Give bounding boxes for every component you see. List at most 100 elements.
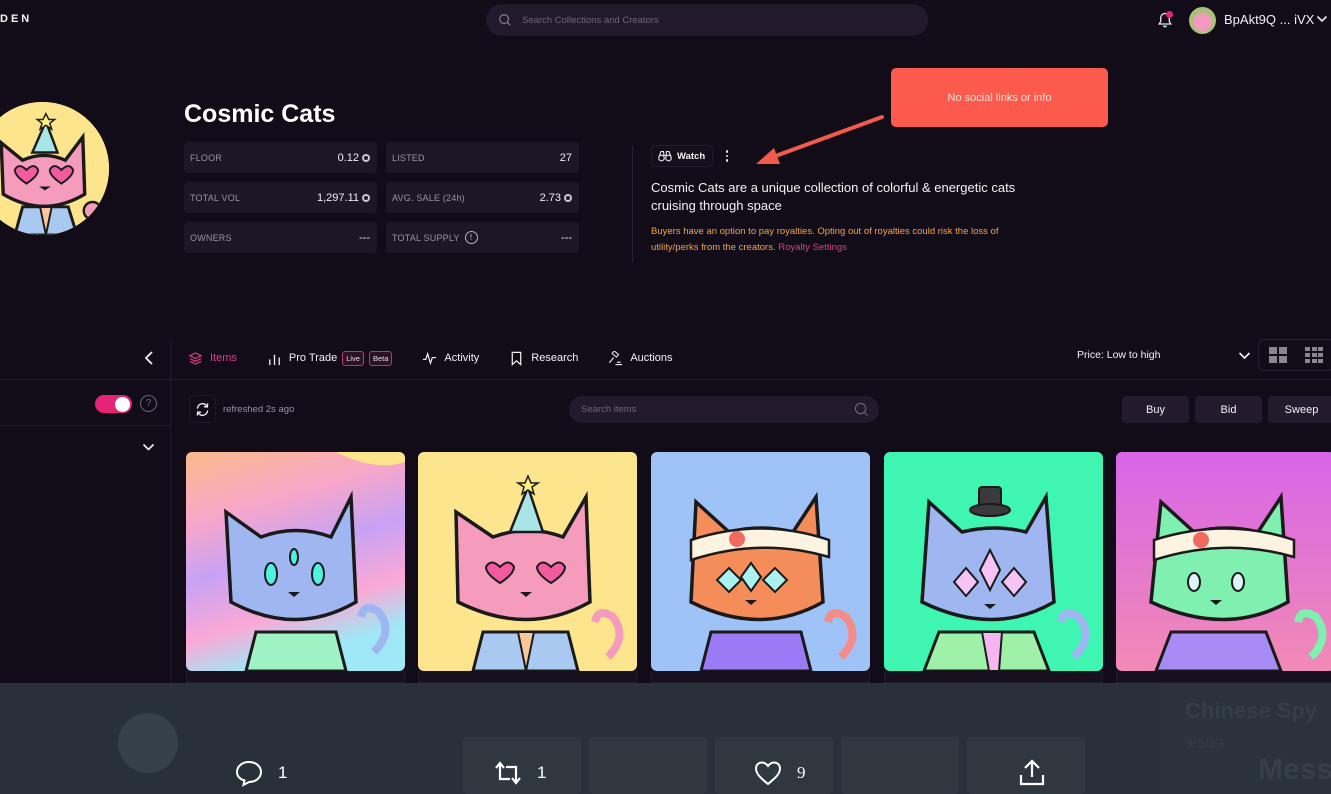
reply-button[interactable]: 1 <box>234 758 287 788</box>
stat-listed: LISTED 27 <box>386 142 579 173</box>
items-search[interactable] <box>569 396 879 423</box>
stat-total-vol: TOTAL VOL 1,297.11 <box>184 182 377 213</box>
user-avatar[interactable] <box>1189 7 1216 34</box>
pink-cat-avatar-image <box>0 102 109 235</box>
royalty-notice: Buyers have an option to pay royalties. … <box>651 224 1031 256</box>
refresh-button[interactable] <box>189 395 216 423</box>
royalty-settings-link[interactable]: Royalty Settings <box>778 242 847 253</box>
tab-auctions[interactable]: Auctions <box>608 350 673 366</box>
stat-value: --- <box>359 231 370 244</box>
global-search-input[interactable] <box>522 14 902 26</box>
info-icon[interactable]: ! <box>464 231 478 244</box>
tab-label: Items <box>210 352 237 364</box>
user-name[interactable]: BpAkt9Q ... iVX <box>1224 12 1314 27</box>
stat-value: 27 <box>559 151 572 164</box>
tab-research[interactable]: Research <box>509 351 578 366</box>
refresh-icon <box>196 402 209 416</box>
bid-button[interactable]: Bid <box>1195 396 1262 423</box>
gavel-icon <box>609 350 623 365</box>
faded-title: Chinese Spy <box>1185 698 1318 723</box>
like-button[interactable]: 9 <box>753 758 806 788</box>
stat-label: FLOOR <box>190 152 223 163</box>
stat-value: 2.73 <box>539 191 561 204</box>
stat-value: 0.12 <box>337 151 359 164</box>
tab-pro-trade[interactable]: Pro Trade Live Beta <box>267 350 393 366</box>
bookmark-icon <box>511 351 522 366</box>
share-button[interactable] <box>1017 758 1047 788</box>
annotation-callout: No social links or info <box>891 68 1108 127</box>
divider <box>632 146 633 262</box>
collection-title: Cosmic Cats <box>184 100 336 128</box>
sweep-button[interactable]: Sweep <box>1268 396 1331 423</box>
notification-dot <box>1166 11 1173 18</box>
nft-card-footer <box>884 671 1103 683</box>
stat-label: TOTAL SUPPLY <box>392 232 460 243</box>
more-options-icon[interactable] <box>722 148 732 164</box>
tab-activity[interactable]: Activity <box>422 351 479 366</box>
reply-count: 1 <box>278 763 288 782</box>
faded-card <box>589 737 707 794</box>
stat-owners: OWNERS --- <box>184 222 377 253</box>
sol-currency-icon <box>564 193 572 202</box>
retweet-count: 1 <box>537 763 547 782</box>
annotation-arrow-icon <box>756 115 884 164</box>
small-grid-icon[interactable] <box>1305 346 1323 364</box>
layers-icon <box>188 351 203 365</box>
chevron-down-icon[interactable] <box>1238 350 1251 361</box>
binoculars-icon <box>658 150 672 162</box>
global-search[interactable] <box>486 4 928 36</box>
page: DEN BpAkt9Q ... iVX Cosmic Cats FLOOR 0.… <box>0 0 1331 794</box>
watch-label: Watch <box>677 150 706 162</box>
chevron-down-icon[interactable] <box>1316 14 1328 24</box>
buy-button[interactable]: Buy <box>1122 396 1189 423</box>
logo[interactable]: DEN <box>0 13 32 25</box>
view-toggle <box>1258 339 1331 371</box>
divider <box>0 379 1331 380</box>
beta-badge: Beta <box>368 350 393 366</box>
collection-tabs: Items Pro Trade Live Beta Activity Resea… <box>188 347 703 369</box>
collection-avatar <box>0 100 111 237</box>
large-grid-icon[interactable] <box>1269 347 1287 363</box>
tab-label: Research <box>531 352 579 364</box>
faded-avatar <box>118 713 178 773</box>
live-badge: Live <box>342 350 364 366</box>
watch-button[interactable]: Watch <box>651 145 714 167</box>
stat-value: 1,297.11 <box>316 191 359 204</box>
nft-card-footer <box>1116 671 1331 683</box>
sol-currency-icon <box>362 193 370 202</box>
collection-stats: FLOOR 0.12 LISTED 27 TOTAL VOL 1,297.11 … <box>184 142 579 253</box>
nft-card-footer <box>186 671 405 683</box>
nft-image <box>884 452 1103 671</box>
stat-floor: FLOOR 0.12 <box>184 142 377 173</box>
chevron-down-icon[interactable] <box>142 442 155 452</box>
activity-icon <box>423 351 437 365</box>
faded-date: 9/5/23 <box>1185 735 1224 751</box>
filter-toggle[interactable] <box>95 395 132 413</box>
help-icon[interactable]: ? <box>140 395 157 412</box>
collection-description: Cosmic Cats are a unique collection of c… <box>651 180 1016 213</box>
nft-card[interactable] <box>418 452 637 671</box>
nft-card[interactable] <box>186 452 405 671</box>
tab-label: Pro Trade <box>288 352 338 364</box>
stat-avg-sale: AVG. SALE (24h) 2.73 <box>386 182 579 213</box>
items-search-input[interactable] <box>581 404 854 415</box>
stat-label: AVG. SALE (24h) <box>392 192 465 203</box>
chevron-left-icon[interactable] <box>142 350 156 366</box>
faded-word: Mess <box>1258 753 1331 786</box>
retweet-button[interactable]: 1 <box>493 758 546 788</box>
nft-image <box>418 452 637 671</box>
heart-icon <box>754 761 782 786</box>
nft-card[interactable] <box>1116 452 1331 671</box>
bar-chart-icon <box>269 354 280 365</box>
faded-card <box>841 737 959 794</box>
search-icon <box>854 402 868 416</box>
nft-card[interactable] <box>884 452 1103 671</box>
sort-dropdown[interactable]: Price: Low to high <box>1077 349 1160 361</box>
search-icon <box>499 14 511 26</box>
nft-image <box>651 452 870 671</box>
nft-card[interactable] <box>651 452 870 671</box>
sol-currency-icon <box>362 153 370 162</box>
refresh-status: refreshed 2s ago <box>223 404 295 415</box>
tab-items[interactable]: Items <box>188 351 237 366</box>
comment-icon <box>235 760 263 787</box>
